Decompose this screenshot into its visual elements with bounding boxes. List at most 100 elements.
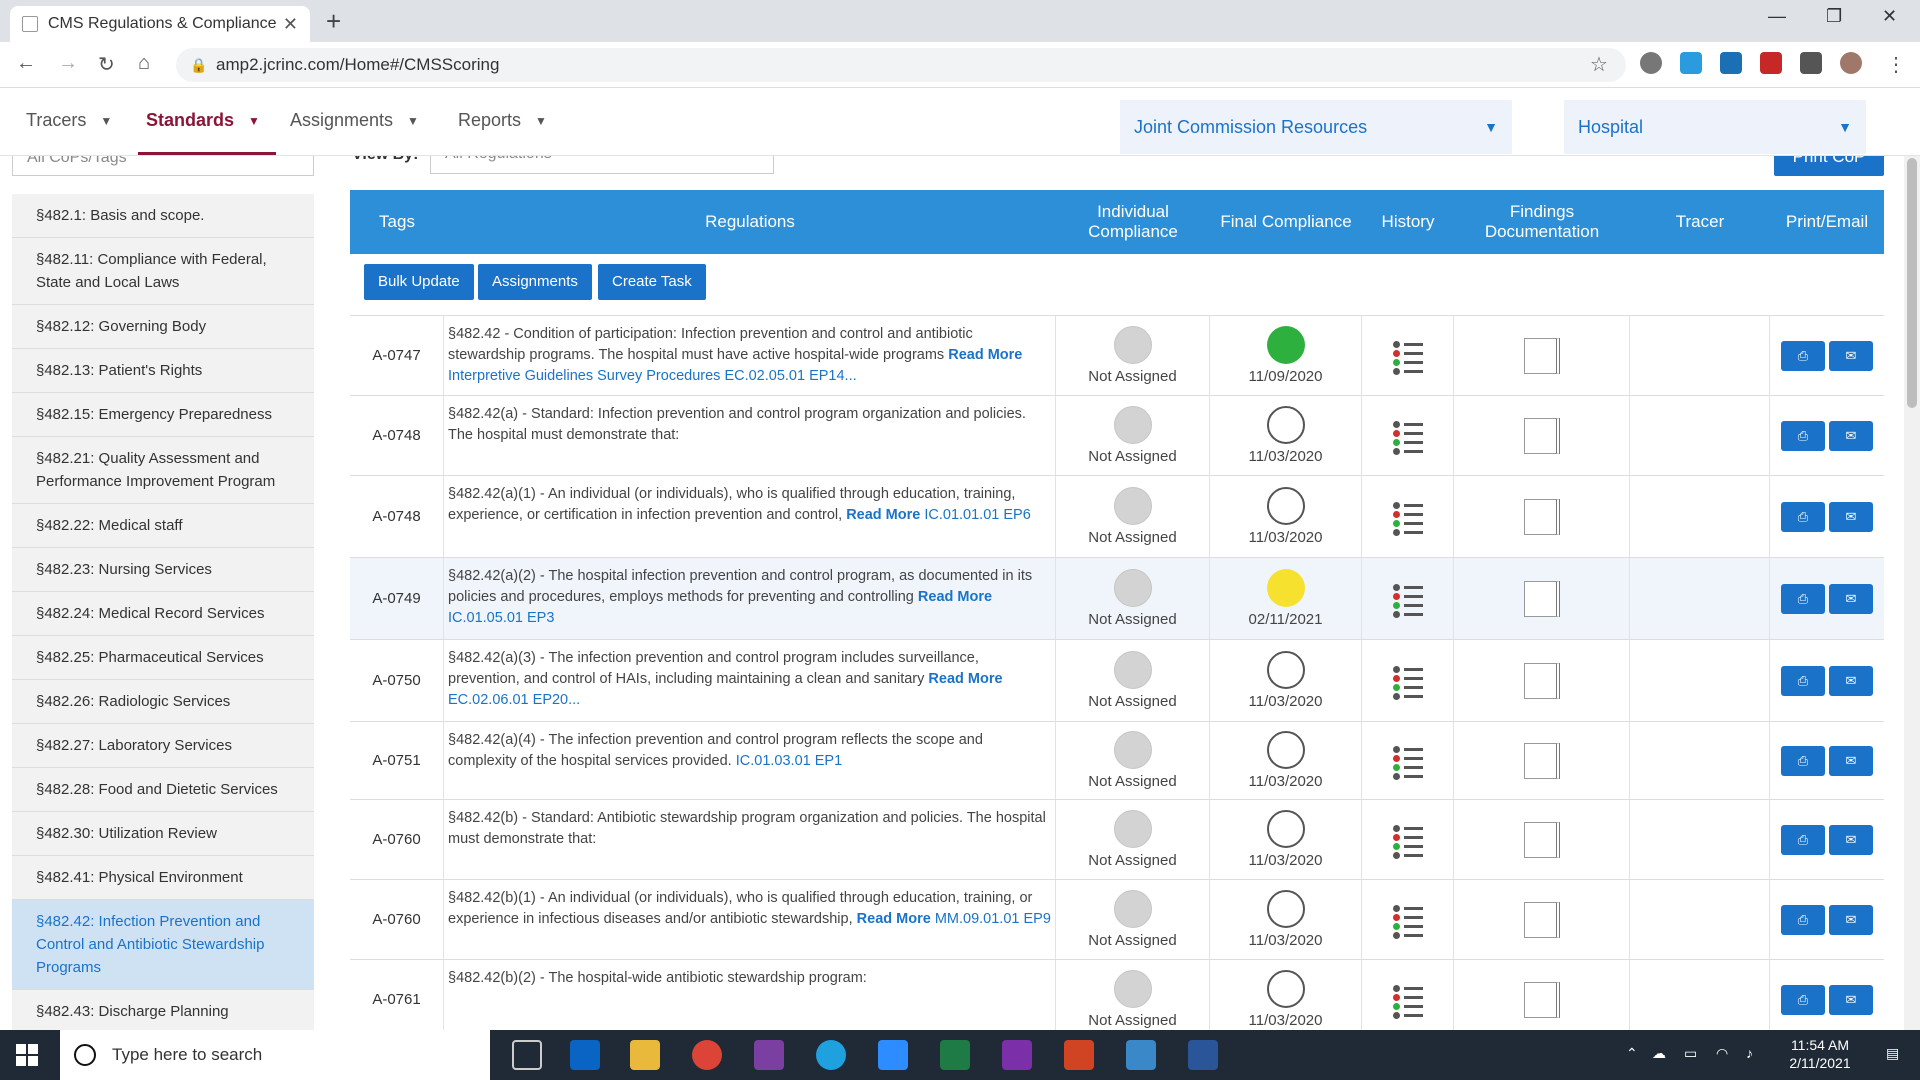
final-status-circle[interactable] (1266, 569, 1305, 607)
final-status-circle[interactable] (1266, 731, 1305, 769)
page-scrollbar[interactable] (1904, 156, 1920, 1030)
close-window-icon[interactable]: ✕ (1882, 6, 1897, 27)
volume-icon[interactable]: ♪ (1746, 1044, 1753, 1062)
sidebar-item[interactable]: §482.23: Nursing Services (12, 548, 314, 592)
read-more-link[interactable]: Read More (846, 507, 920, 523)
bulk-update-button[interactable]: Bulk Update (364, 264, 474, 300)
email-icon[interactable]: ✉ (1829, 984, 1873, 1015)
nav-tracers[interactable]: Tracers ▼ (26, 110, 112, 131)
final-status-circle[interactable] (1266, 326, 1305, 364)
skype-icon[interactable] (816, 1040, 846, 1070)
email-icon[interactable]: ✉ (1829, 501, 1873, 532)
sidebar-item[interactable]: §482.11: Compliance with Federal, State … (12, 238, 314, 305)
extension-icon[interactable] (1640, 52, 1662, 74)
sidebar-item[interactable]: §482.24: Medical Record Services (12, 592, 314, 636)
print-icon[interactable]: ⎙ (1781, 745, 1825, 776)
email-icon[interactable]: ✉ (1829, 824, 1873, 855)
chrome-icon[interactable] (692, 1040, 722, 1070)
sidebar-item[interactable]: §482.21: Quality Assessment and Performa… (12, 437, 314, 504)
individual-compliance-cell[interactable]: Not Assigned (1056, 722, 1210, 799)
final-compliance-cell[interactable]: 11/03/2020 (1210, 880, 1362, 959)
email-icon[interactable]: ✉ (1829, 583, 1873, 614)
related-standards-link[interactable]: IC.01.03.01 EP1 (736, 753, 842, 769)
findings-document-icon[interactable] (1523, 981, 1560, 1018)
compliance-status-circle[interactable] (1113, 406, 1152, 444)
home-icon[interactable]: ⌂ (138, 52, 150, 75)
tray-chevron-icon[interactable]: ⌃ (1626, 1044, 1638, 1062)
puzzle-extensions-icon[interactable] (1800, 52, 1822, 74)
final-compliance-cell[interactable]: 11/03/2020 (1210, 960, 1362, 1030)
view-by-select[interactable]: All Regulations (430, 156, 774, 174)
findings-document-icon[interactable] (1523, 901, 1560, 938)
browser-menu-icon[interactable]: ⋮ (1886, 52, 1906, 77)
related-standards-link[interactable]: IC.01.01.01 EP6 (924, 507, 1030, 523)
findings-document-icon[interactable] (1523, 742, 1560, 779)
individual-compliance-cell[interactable]: Not Assigned (1056, 640, 1210, 721)
site-select[interactable]: Hospital ▼ (1564, 100, 1866, 154)
bookmark-star-icon[interactable]: ☆ (1590, 52, 1608, 77)
compliance-status-circle[interactable] (1113, 731, 1152, 769)
final-compliance-cell[interactable]: 11/03/2020 (1210, 396, 1362, 475)
final-compliance-cell[interactable]: 11/09/2020 (1210, 316, 1362, 395)
zoom-icon[interactable] (878, 1040, 908, 1070)
outlook-icon[interactable] (570, 1040, 600, 1070)
history-list-icon[interactable] (1392, 745, 1423, 780)
print-icon[interactable]: ⎙ (1781, 824, 1825, 855)
compliance-status-circle[interactable] (1113, 569, 1152, 607)
notifications-icon[interactable]: ▤ (1886, 1044, 1899, 1062)
print-icon[interactable]: ⎙ (1781, 340, 1825, 371)
email-icon[interactable]: ✉ (1829, 665, 1873, 696)
findings-document-icon[interactable] (1523, 580, 1560, 617)
extension-icon[interactable] (1680, 52, 1702, 74)
minimize-icon[interactable]: — (1768, 6, 1786, 27)
final-status-circle[interactable] (1266, 406, 1305, 444)
nav-reports[interactable]: Reports ▼ (458, 110, 547, 131)
sidebar-item[interactable]: §482.26: Radiologic Services (12, 680, 314, 724)
excel-icon[interactable] (940, 1040, 970, 1070)
sidebar-item[interactable]: §482.41: Physical Environment (12, 856, 314, 900)
findings-document-icon[interactable] (1523, 662, 1560, 699)
history-list-icon[interactable] (1392, 583, 1423, 618)
browser-tab[interactable]: CMS Regulations & Compliance ✕ (10, 6, 310, 42)
history-list-icon[interactable] (1392, 824, 1423, 859)
email-icon[interactable]: ✉ (1829, 904, 1873, 935)
print-icon[interactable]: ⎙ (1781, 583, 1825, 614)
final-status-circle[interactable] (1266, 810, 1305, 848)
pdf-extension-icon[interactable] (1760, 52, 1782, 74)
findings-document-icon[interactable] (1523, 821, 1560, 858)
individual-compliance-cell[interactable]: Not Assigned (1056, 396, 1210, 475)
related-standards-link[interactable]: IC.01.05.01 EP3 (448, 610, 554, 626)
url-field[interactable]: 🔒 amp2.jcrinc.com/Home#/CMSScoring (176, 48, 1626, 82)
final-status-circle[interactable] (1266, 487, 1305, 525)
compliance-status-circle[interactable] (1113, 651, 1152, 689)
clock[interactable]: 11:54 AM 2/11/2021 (1770, 1036, 1870, 1072)
individual-compliance-cell[interactable]: Not Assigned (1056, 558, 1210, 639)
nav-assignments[interactable]: Assignments ▼ (290, 110, 419, 131)
findings-document-icon[interactable] (1523, 337, 1560, 374)
final-compliance-cell[interactable]: 11/03/2020 (1210, 800, 1362, 879)
email-icon[interactable]: ✉ (1829, 340, 1873, 371)
individual-compliance-cell[interactable]: Not Assigned (1056, 316, 1210, 395)
scrollbar-thumb[interactable] (1907, 158, 1917, 408)
individual-compliance-cell[interactable]: Not Assigned (1056, 476, 1210, 557)
print-cop-button[interactable]: Print CoP (1774, 156, 1884, 176)
related-standards-link[interactable]: EC.02.06.01 EP20... (448, 692, 580, 708)
wifi-icon[interactable]: ◠ (1716, 1044, 1728, 1062)
history-list-icon[interactable] (1392, 984, 1423, 1019)
sidebar-item[interactable]: §482.43: Discharge Planning (12, 990, 314, 1030)
sidebar-item[interactable]: §482.30: Utilization Review (12, 812, 314, 856)
organization-select[interactable]: Joint Commission Resources ▼ (1120, 100, 1512, 154)
individual-compliance-cell[interactable]: Not Assigned (1056, 800, 1210, 879)
word-icon[interactable] (1188, 1040, 1218, 1070)
nav-standards[interactable]: Standards ▼ (146, 110, 260, 131)
profile-avatar[interactable] (1840, 52, 1862, 74)
email-icon[interactable]: ✉ (1829, 745, 1873, 776)
sidebar-item[interactable]: §482.12: Governing Body (12, 305, 314, 349)
sidebar-item[interactable]: §482.28: Food and Dietetic Services (12, 768, 314, 812)
findings-document-icon[interactable] (1523, 498, 1560, 535)
history-list-icon[interactable] (1392, 665, 1423, 700)
compliance-status-circle[interactable] (1113, 890, 1152, 928)
compliance-status-circle[interactable] (1113, 810, 1152, 848)
history-list-icon[interactable] (1392, 904, 1423, 939)
final-compliance-cell[interactable]: 11/03/2020 (1210, 640, 1362, 721)
